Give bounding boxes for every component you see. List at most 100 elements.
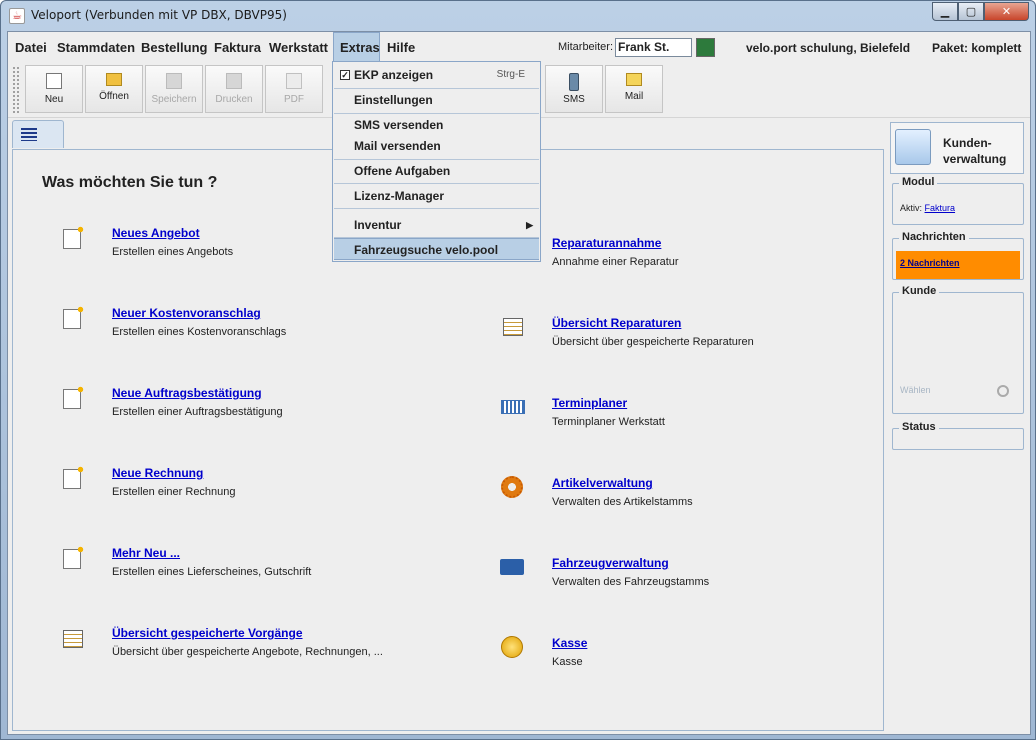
menu-separator xyxy=(334,183,539,184)
print-button[interactable]: Drucken xyxy=(205,65,263,113)
action-uebersicht-vorgaenge: Übersicht gespeicherte Vorgänge Übersich… xyxy=(112,626,383,658)
java-app-icon: ☕ xyxy=(9,8,25,24)
title-bar[interactable]: ☕ Veloport (Verbunden mit VP DBX, DBVP95… xyxy=(1,1,1035,31)
toolbar-grip[interactable] xyxy=(12,66,20,114)
bicycle-icon xyxy=(500,559,524,575)
sms-button-label: SMS xyxy=(563,94,585,105)
modul-box: Modul Aktiv: Faktura xyxy=(892,176,1024,225)
mitarbeiter-field[interactable]: Frank St. xyxy=(615,38,692,57)
pdf-button[interactable]: PDF xyxy=(265,65,323,113)
tab-start[interactable] xyxy=(12,120,64,148)
action-fahrzeugverwaltung: Fahrzeugverwaltung Verwalten des Fahrzeu… xyxy=(552,556,709,588)
list-icon xyxy=(21,128,37,141)
nachrichten-link[interactable]: 2 Nachrichten xyxy=(896,251,1020,279)
desc-reparaturannahme: Annahme einer Reparatur xyxy=(552,256,679,268)
minimize-button[interactable]: ▁ xyxy=(932,2,958,21)
link-neues-angebot[interactable]: Neues Angebot xyxy=(112,226,233,240)
new-document-icon xyxy=(46,73,62,89)
extras-dropdown-menu: ✓ EKP anzeigen Strg-E Einstellungen SMS … xyxy=(332,61,541,262)
status-title: Status xyxy=(899,421,939,433)
link-neue-rechnung[interactable]: Neue Rechnung xyxy=(112,466,236,480)
maximize-button[interactable]: ▢ xyxy=(958,2,984,21)
menuitem-inventur-label: Inventur xyxy=(354,218,402,232)
link-reparaturannahme[interactable]: Reparaturannahme xyxy=(552,236,679,250)
modul-aktiv-link[interactable]: Faktura xyxy=(925,203,956,213)
new-button[interactable]: Neu xyxy=(25,65,83,113)
company-label: velo.port schulung, Bielefeld xyxy=(746,41,911,55)
new-document-icon xyxy=(63,465,85,489)
menu-extras[interactable]: Extras xyxy=(333,32,380,62)
desc-neue-rechnung: Erstellen einer Rechnung xyxy=(112,486,236,498)
menuitem-mail-versenden[interactable]: Mail versenden xyxy=(334,135,539,157)
application-window: ☕ Veloport (Verbunden mit VP DBX, DBVP95… xyxy=(0,0,1036,740)
menuitem-fahrzeugsuche[interactable]: Fahrzeugsuche velo.pool xyxy=(334,238,539,260)
action-neuer-kostenvoranschlag: Neuer Kostenvoranschlag Erstellen eines … xyxy=(112,306,286,338)
menu-hilfe[interactable]: Hilfe xyxy=(381,32,421,62)
link-uebersicht-vorgaenge[interactable]: Übersicht gespeicherte Vorgänge xyxy=(112,626,383,640)
minimize-icon: ▁ xyxy=(940,5,950,18)
pdf-icon xyxy=(286,73,302,89)
link-kasse[interactable]: Kasse xyxy=(552,636,587,650)
open-button-label: Öffnen xyxy=(99,91,129,102)
desc-mehr-neu: Erstellen eines Lieferscheines, Gutschri… xyxy=(112,566,312,578)
menuitem-ekp-anzeigen[interactable]: ✓ EKP anzeigen Strg-E xyxy=(334,64,539,86)
menuitem-lizenz-manager[interactable]: Lizenz-Manager xyxy=(334,185,539,207)
menuitem-offene-aufgaben[interactable]: Offene Aufgaben xyxy=(334,160,539,182)
status-box: Status xyxy=(892,421,1024,450)
menuitem-ekp-anzeigen-label: EKP anzeigen xyxy=(354,68,434,82)
close-button[interactable]: ✕ xyxy=(984,2,1029,21)
kundenverwaltung-label-line2: verwaltung xyxy=(943,152,1007,166)
mitarbeiter-switch-icon[interactable] xyxy=(696,38,715,57)
menuitem-sms-versenden[interactable]: SMS versenden xyxy=(334,114,539,136)
search-icon[interactable] xyxy=(997,385,1009,397)
kundenverwaltung-button[interactable]: Kunden- verwaltung xyxy=(890,122,1024,174)
action-artikelverwaltung: Artikelverwaltung Verwalten des Artikels… xyxy=(552,476,693,508)
link-artikelverwaltung[interactable]: Artikelverwaltung xyxy=(552,476,693,490)
menu-bestellung[interactable]: Bestellung xyxy=(135,32,213,62)
mail-button[interactable]: Mail xyxy=(605,65,663,113)
list-icon xyxy=(503,318,523,336)
open-button[interactable]: Öffnen xyxy=(85,65,143,113)
mail-icon xyxy=(626,73,642,86)
menu-stammdaten[interactable]: Stammdaten xyxy=(51,32,141,62)
link-neuer-kostenvoranschlag[interactable]: Neuer Kostenvoranschlag xyxy=(112,306,286,320)
new-document-icon xyxy=(63,225,85,249)
link-fahrzeugverwaltung[interactable]: Fahrzeugverwaltung xyxy=(552,556,709,570)
phone-icon xyxy=(569,73,579,91)
link-neue-auftragsbestaetigung[interactable]: Neue Auftragsbestätigung xyxy=(112,386,283,400)
maximize-icon: ▢ xyxy=(965,5,977,18)
mitarbeiter-label: Mitarbeiter: xyxy=(558,41,614,53)
kunde-waehlen-link[interactable]: Wählen xyxy=(900,385,931,395)
new-document-icon xyxy=(63,545,85,569)
new-button-label: Neu xyxy=(44,94,64,105)
menu-datei[interactable]: Datei xyxy=(9,32,53,62)
menu-separator xyxy=(334,208,539,209)
menuitem-inventur[interactable]: Inventur ▶ xyxy=(334,214,539,236)
desc-terminplaner: Terminplaner Werkstatt xyxy=(552,416,665,428)
action-neue-rechnung: Neue Rechnung Erstellen einer Rechnung xyxy=(112,466,236,498)
desc-kasse: Kasse xyxy=(552,656,583,668)
kunde-title: Kunde xyxy=(899,285,940,297)
submenu-arrow-icon: ▶ xyxy=(526,220,533,230)
paket-label: Paket: komplett xyxy=(932,41,1022,55)
action-uebersicht-reparaturen: Übersicht Reparaturen Übersicht über ges… xyxy=(552,316,754,348)
save-icon xyxy=(166,73,182,89)
sms-button[interactable]: SMS xyxy=(545,65,603,113)
kundenverwaltung-label: Kunden- verwaltung xyxy=(943,135,1023,167)
link-uebersicht-reparaturen[interactable]: Übersicht Reparaturen xyxy=(552,316,754,330)
link-terminplaner[interactable]: Terminplaner xyxy=(552,396,665,410)
desc-neue-auftragsbestaetigung: Erstellen einer Auftragsbestätigung xyxy=(112,406,283,418)
modul-status: Aktiv: Faktura xyxy=(900,203,955,213)
menuitem-einstellungen[interactable]: Einstellungen xyxy=(334,89,539,111)
action-neue-auftragsbestaetigung: Neue Auftragsbestätigung Erstellen einer… xyxy=(112,386,283,418)
nachrichten-title: Nachrichten xyxy=(899,231,969,243)
menu-faktura[interactable]: Faktura xyxy=(208,32,267,62)
menu-werkstatt[interactable]: Werkstatt xyxy=(263,32,334,62)
list-icon xyxy=(63,630,83,648)
save-button[interactable]: Speichern xyxy=(145,65,203,113)
link-mehr-neu[interactable]: Mehr Neu ... xyxy=(112,546,311,560)
desc-neues-angebot: Erstellen eines Angebots xyxy=(112,246,234,258)
action-kasse: Kasse Kasse xyxy=(552,636,587,668)
desc-uebersicht-reparaturen: Übersicht über gespeicherte Reparaturen xyxy=(552,336,754,348)
action-neues-angebot: Neues Angebot Erstellen eines Angebots xyxy=(112,226,233,258)
